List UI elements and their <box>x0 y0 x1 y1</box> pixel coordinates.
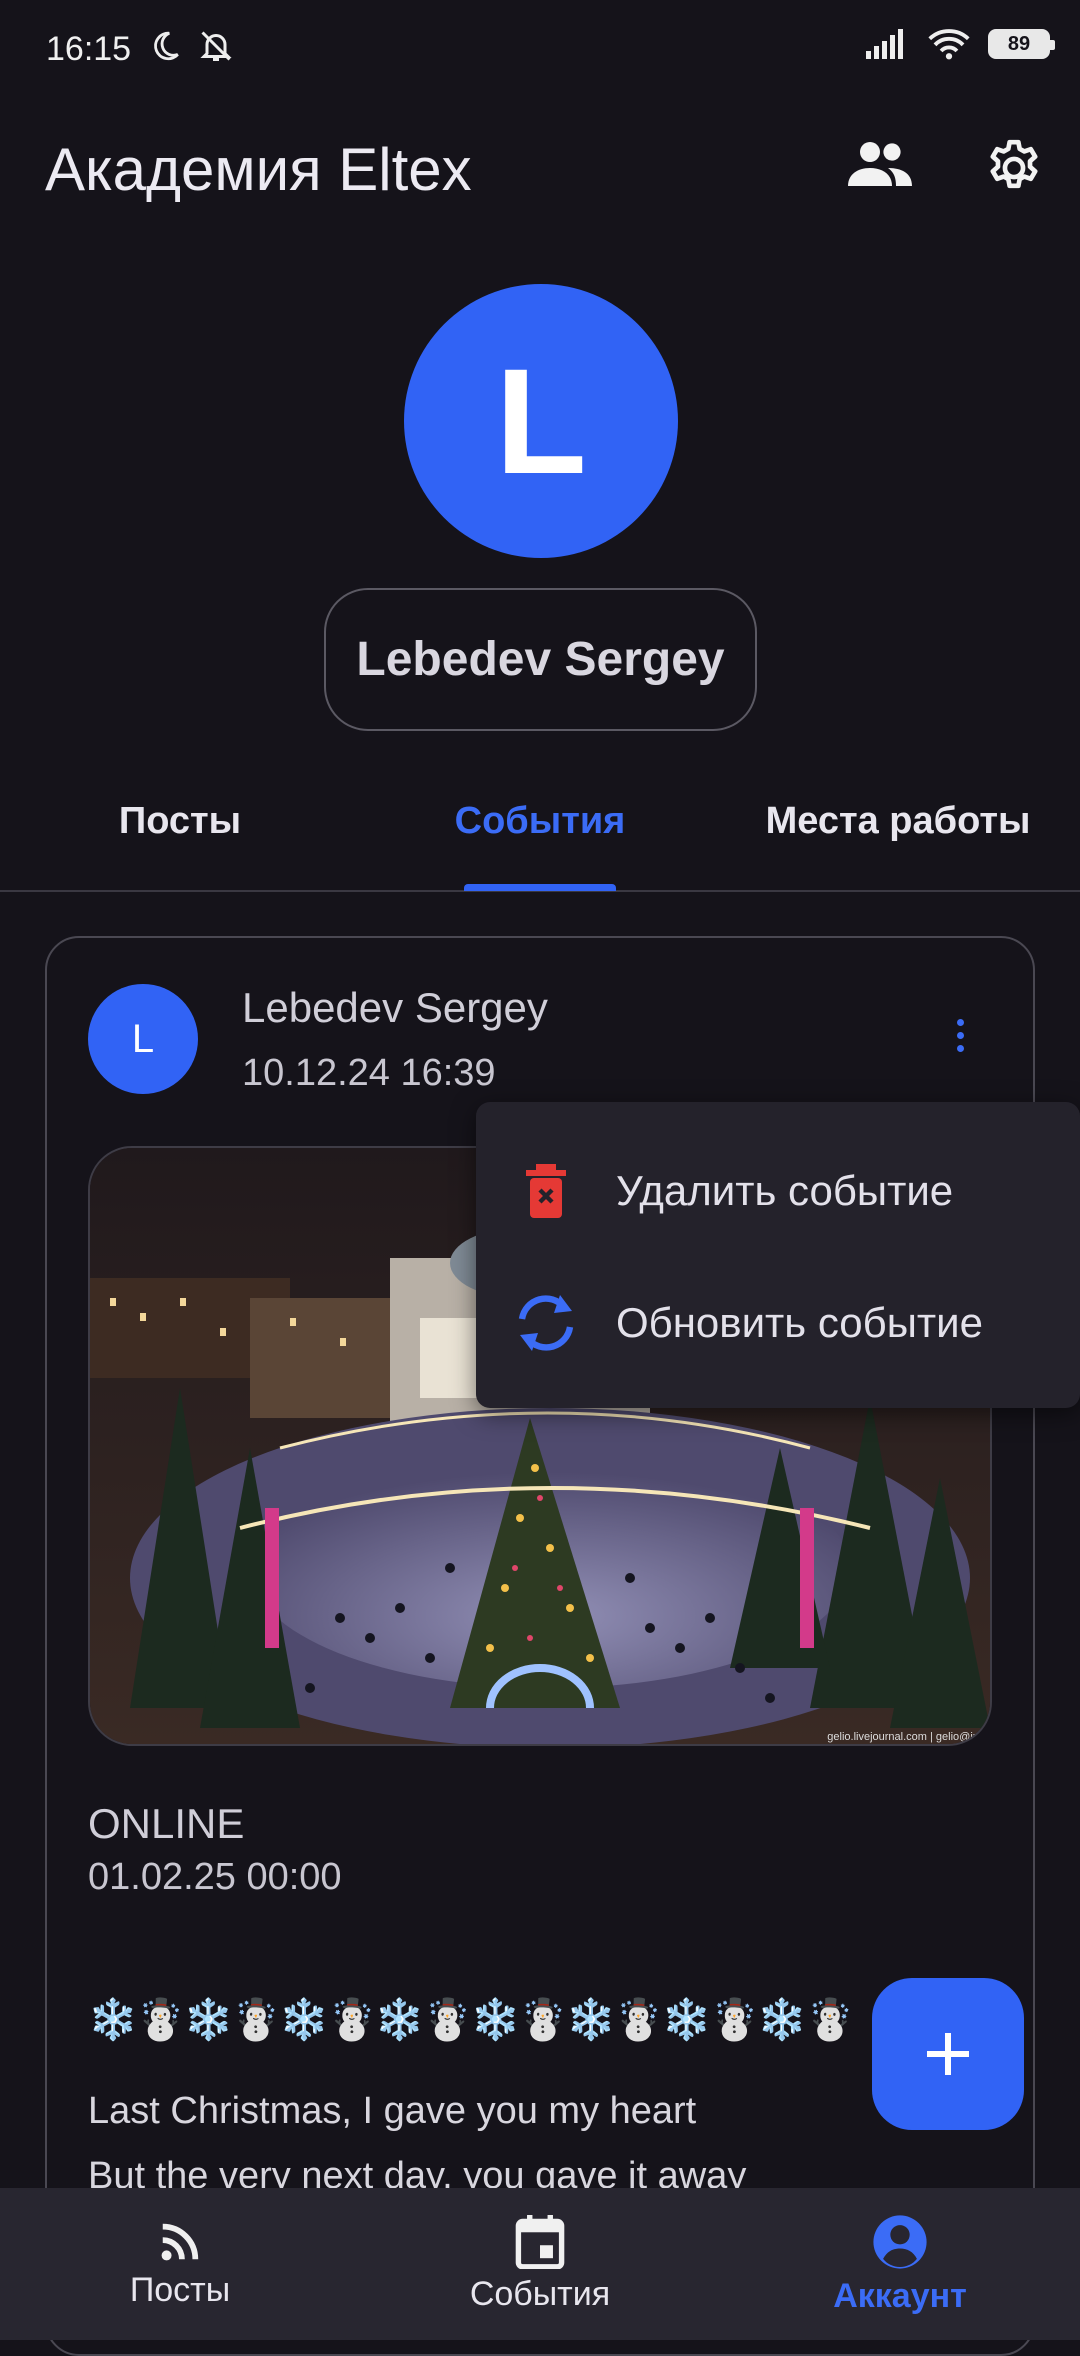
wifi-icon <box>928 29 970 60</box>
nav-label: Посты <box>129 2270 231 2309</box>
context-menu: Удалить событие Обновить событие <box>476 1102 1080 1408</box>
gear-icon <box>990 139 1038 189</box>
tab-posts[interactable]: Посты <box>119 800 241 843</box>
people-icon <box>848 142 912 186</box>
dot <box>956 1031 964 1039</box>
nav-item-posts[interactable]: Посты <box>0 2188 360 2340</box>
refresh-icon <box>518 1295 574 1351</box>
signal-icon <box>866 29 903 59</box>
event-date: 01.02.25 00:00 <box>88 1856 342 1898</box>
photo-watermark: gelio.livejournal.com | gelio@inb <box>827 1731 985 1743</box>
calendar-icon <box>515 2214 565 2269</box>
profile-name-chip[interactable]: Lebedev Sergey <box>324 588 757 731</box>
menu-item-update-event[interactable]: Обновить событие <box>476 1258 1080 1388</box>
event-text-clip: But the very next day, you gave it away <box>45 2155 1035 2188</box>
event-text-line: Last Christmas, I gave you my heart <box>88 2090 697 2132</box>
author-avatar: L <box>88 984 198 1094</box>
nav-label: Аккаунт <box>833 2276 967 2315</box>
nav-item-account[interactable]: Аккаунт <box>720 2188 1080 2340</box>
tab-events[interactable]: События <box>455 800 626 843</box>
event-type: ONLINE <box>88 1800 245 1847</box>
dot <box>956 1018 964 1026</box>
status-icons-right: 89 <box>866 28 1055 60</box>
event-text-line: But the very next day, you gave it away <box>88 2155 747 2188</box>
battery-indicator: 89 <box>988 29 1055 59</box>
rss-icon <box>161 2223 199 2260</box>
dot <box>956 1044 964 1052</box>
profile-avatar: L <box>404 284 678 558</box>
bell-off-icon <box>200 31 232 61</box>
menu-item-label: Обновить событие <box>616 1299 983 1346</box>
more-options-button[interactable] <box>930 1000 990 1070</box>
event-published-date: 10.12.24 16:39 <box>242 1052 496 1094</box>
tab-workplaces[interactable]: Места работы <box>766 800 1031 843</box>
event-emoji-line: ❄️☃️❄️☃️❄️☃️❄️☃️❄️☃️❄️☃️❄️☃️❄️☃️ <box>88 1998 855 2042</box>
event-author: Lebedev Sergey <box>242 984 548 1031</box>
people-button[interactable] <box>840 124 920 204</box>
menu-item-delete-event[interactable]: Удалить событие <box>476 1126 1080 1256</box>
app-title: Академия Eltex <box>45 136 472 203</box>
account-icon <box>873 2214 927 2269</box>
plus-icon <box>927 2033 969 2075</box>
status-time: 16:15 <box>46 30 132 68</box>
moon-icon <box>154 31 179 61</box>
status-icons-left <box>148 28 236 64</box>
add-event-button[interactable] <box>872 1978 1024 2130</box>
menu-item-label: Удалить событие <box>616 1167 954 1214</box>
nav-item-events[interactable]: События <box>360 2188 720 2340</box>
bottom-navigation: Посты События Аккаунт <box>0 2188 1080 2340</box>
nav-label: События <box>469 2274 611 2313</box>
trash-icon <box>526 1164 566 1218</box>
settings-button[interactable] <box>974 128 1054 208</box>
tab-indicator <box>464 884 616 891</box>
